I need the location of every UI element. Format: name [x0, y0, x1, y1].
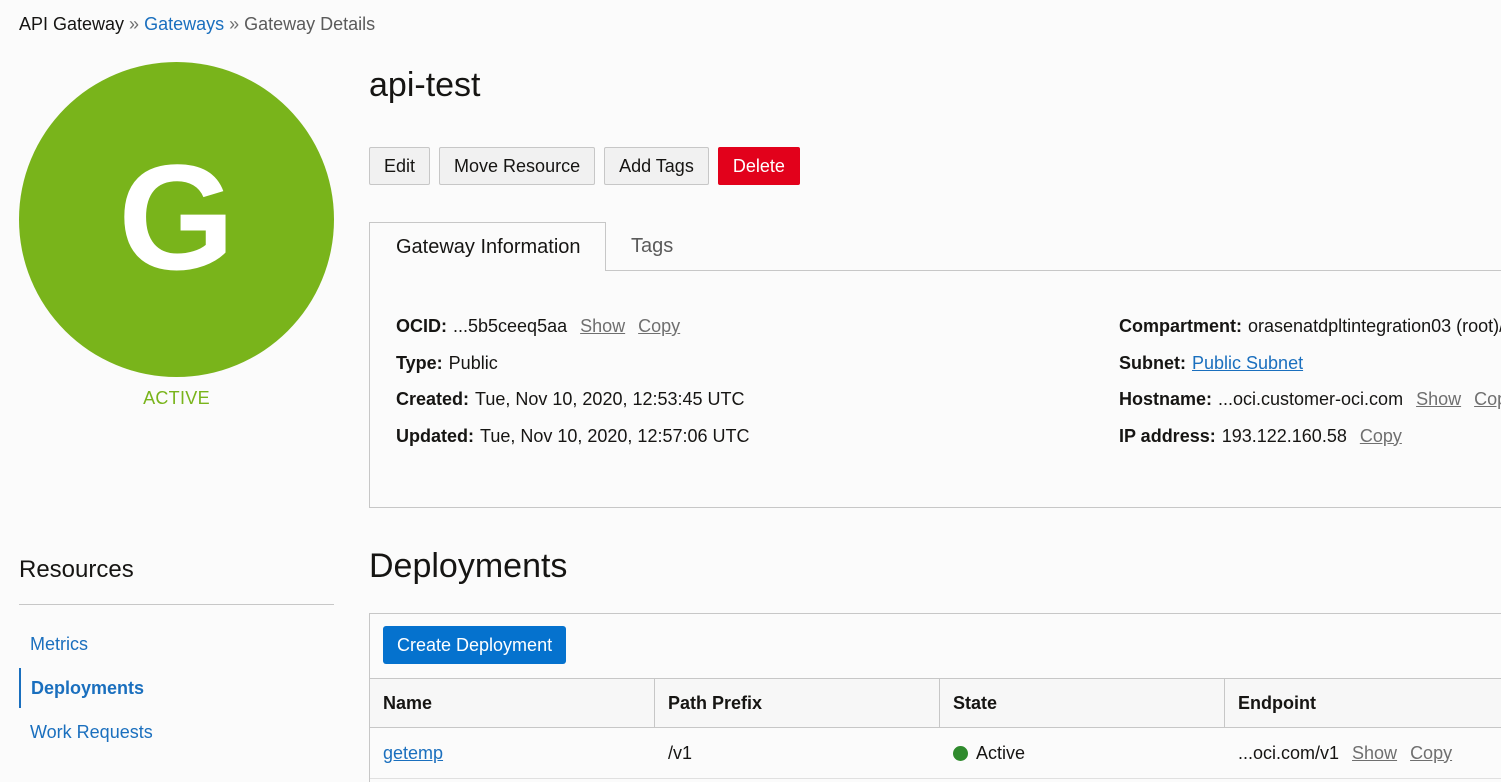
compartment-row: Compartment: orasenatdpltintegration03 (… [1119, 316, 1501, 353]
column-header-state[interactable]: State [940, 679, 1226, 727]
breadcrumb-separator: » [129, 14, 140, 34]
breadcrumb-gateways-link[interactable]: Gateways [144, 14, 224, 34]
action-bar: Edit Move Resource Add Tags Delete [369, 147, 800, 185]
type-label: Type: [396, 352, 443, 373]
created-value: Tue, Nov 10, 2020, 12:53:45 UTC [475, 389, 745, 409]
ip-address-label: IP address: [1119, 425, 1216, 446]
resources-divider [19, 604, 334, 605]
ip-address-row: IP address: 193.122.160.58 Copy [1119, 426, 1501, 463]
deployments-heading: Deployments [369, 547, 568, 585]
resources-heading: Resources [19, 556, 134, 583]
deployment-name-link[interactable]: getemp [383, 743, 443, 764]
gateway-details-page: API Gateway» Gateways» Gateway Details G A… [0, 0, 1501, 782]
updated-value: Tue, Nov 10, 2020, 12:57:06 UTC [480, 425, 750, 446]
subnet-link[interactable]: Public Subnet [1192, 353, 1303, 374]
status-label: ACTIVE [143, 388, 210, 408]
breadcrumb-separator: » [229, 14, 240, 34]
deployments-table: Name Path Prefix State Endpoint getemp /… [370, 678, 1501, 779]
info-column-right: Compartment: orasenatdpltintegration03 (… [1119, 316, 1501, 462]
add-tags-button[interactable]: Add Tags [604, 147, 709, 185]
column-header-endpoint[interactable]: Endpoint [1225, 679, 1501, 727]
info-column-left: OCID: ...5b5ceeq5aa Show Copy Type: Publ… [396, 316, 750, 462]
gateway-avatar: G [19, 62, 334, 377]
hostname-label: Hostname: [1119, 389, 1213, 409]
ocid-value: ...5b5ceeq5aa [453, 316, 568, 336]
hostname-value: ...oci.customer-oci.com [1218, 389, 1404, 409]
endpoint-copy-link[interactable]: Copy [1410, 743, 1452, 764]
subnet-label: Subnet: [1119, 352, 1186, 373]
endpoint-value: ...oci.com/v1 [1238, 742, 1340, 763]
hostname-copy-link[interactable]: Copy [1474, 389, 1501, 410]
state-active-icon [953, 745, 968, 761]
tab-tags[interactable]: Tags [631, 222, 673, 271]
subnet-row: Subnet: Public Subnet [1119, 353, 1501, 390]
avatar-letter: G [118, 132, 235, 301]
ocid-row: OCID: ...5b5ceeq5aa Show Copy [396, 316, 750, 353]
updated-label: Updated: [396, 425, 474, 446]
breadcrumb: API Gateway» Gateways» Gateway Details [19, 14, 375, 35]
cell-path-prefix: /v1 [668, 742, 693, 763]
breadcrumb-current: Gateway Details [244, 14, 376, 34]
hostname-show-link[interactable]: Show [1416, 389, 1461, 410]
tab-gateway-information[interactable]: Gateway Information [369, 222, 606, 271]
created-label: Created: [396, 389, 470, 409]
move-resource-button[interactable]: Move Resource [439, 147, 596, 185]
ocid-label: OCID: [396, 316, 447, 336]
type-value: Public [448, 352, 498, 373]
created-row: Created: Tue, Nov 10, 2020, 12:53:45 UTC [396, 389, 750, 426]
page-title: api-test [369, 66, 481, 104]
updated-row: Updated: Tue, Nov 10, 2020, 12:57:06 UTC [396, 426, 750, 463]
type-row: Type: Public [396, 353, 750, 390]
sidebar-item-deployments[interactable]: Deployments [19, 668, 334, 708]
ocid-copy-link[interactable]: Copy [638, 316, 680, 337]
endpoint-show-link[interactable]: Show [1352, 743, 1397, 764]
cell-name: getemp [370, 728, 655, 778]
compartment-value: orasenatdpltintegration03 (root)/C [1248, 316, 1501, 336]
cell-state: Active [940, 728, 1225, 778]
detail-tabs: Gateway Information Tags [369, 222, 1501, 271]
cell-endpoint: ...oci.com/v1 Show Copy [1225, 728, 1501, 778]
breadcrumb-api-gateway[interactable]: API Gateway [19, 14, 124, 34]
compartment-label: Compartment: [1119, 316, 1243, 336]
state-text: Active [976, 742, 1026, 763]
column-header-path-prefix[interactable]: Path Prefix [655, 679, 941, 727]
table-header: Name Path Prefix State Endpoint [370, 678, 1501, 728]
table-row: getemp /v1 Active ...oci.com/v1 Show Cop… [370, 728, 1501, 779]
sidebar-item-metrics[interactable]: Metrics [19, 624, 334, 664]
ocid-show-link[interactable]: Show [580, 316, 625, 337]
edit-button[interactable]: Edit [369, 147, 431, 185]
create-deployment-button[interactable]: Create Deployment [383, 626, 567, 664]
column-header-name[interactable]: Name [370, 679, 656, 727]
deployments-panel: Create Deployment Name Path Prefix State… [369, 613, 1501, 782]
ip-address-copy-link[interactable]: Copy [1360, 426, 1402, 447]
hostname-row: Hostname: ...oci.customer-oci.com Show C… [1119, 389, 1501, 426]
sidebar-item-work-requests[interactable]: Work Requests [19, 712, 334, 752]
delete-button[interactable]: Delete [717, 147, 800, 185]
gateway-information-panel: OCID: ...5b5ceeq5aa Show Copy Type: Publ… [369, 270, 1501, 508]
ip-address-value: 193.122.160.58 [1221, 425, 1347, 446]
